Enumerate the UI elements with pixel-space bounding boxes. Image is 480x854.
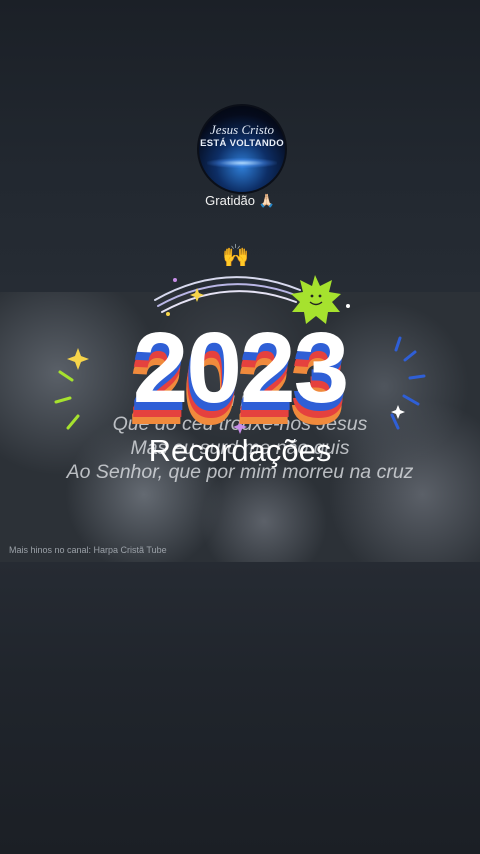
recordacoes-title: Recordações [148,433,332,468]
year-text: 2023 [132,312,349,424]
rainbow-arcs-icon [154,276,301,313]
avatar-title-line2: ESTÁ VOLTANDO [200,138,284,149]
avatar-title-line1: Jesus Cristo [210,122,274,137]
channel-avatar[interactable]: Jesus Cristo ESTÁ VOLTANDO [197,104,287,194]
background-bottom [0,562,480,854]
video-caption: Mais hinos no canal: Harpa Cristã Tube [9,545,167,555]
avatar-horizon-glow [207,158,277,168]
channel-name[interactable]: Gratidão 🙏🏻 [0,193,480,209]
